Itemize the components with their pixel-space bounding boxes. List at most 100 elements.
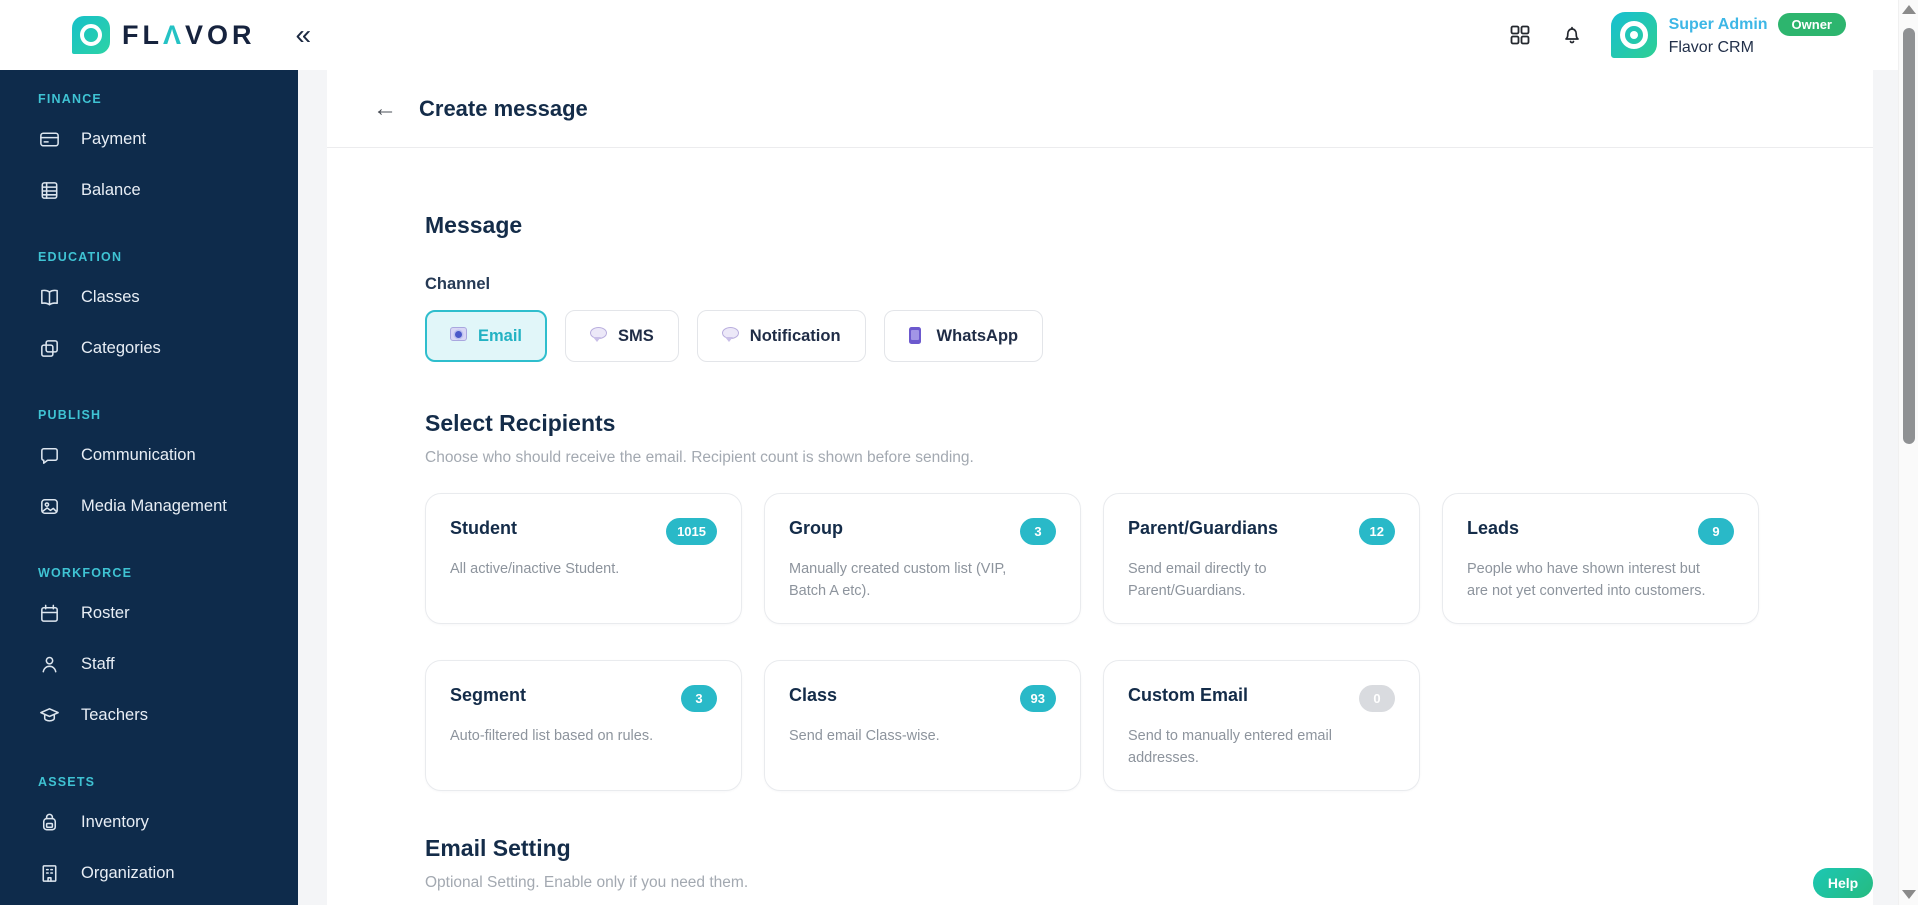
owner-status-badge: Owner xyxy=(1777,13,1846,36)
count-badge: 0 xyxy=(1359,684,1395,712)
sidebar-item-payment[interactable]: Payment xyxy=(0,114,298,165)
section-label-workforce: WORKFORCE xyxy=(38,566,133,580)
sidebar-section-finance: FINANCE Payment Balance xyxy=(0,70,298,216)
count-badge: 3 xyxy=(681,684,717,712)
scroll-up-arrow-icon[interactable] xyxy=(1902,5,1916,14)
card-description: Send to manually entered email addresses… xyxy=(1128,727,1332,767)
sidebar-item-classes[interactable]: Classes xyxy=(0,272,298,323)
brand-accent: Λ xyxy=(163,19,186,50)
card-title: Class xyxy=(789,684,838,705)
back-arrow-icon[interactable]: ← xyxy=(373,96,397,121)
card-description: People who have shown interest but are n… xyxy=(1467,561,1706,600)
collapse-sidebar-icon[interactable]: « xyxy=(296,21,312,49)
sidebar-item-label: Staff xyxy=(81,655,115,673)
card-title: Custom Email xyxy=(1128,684,1249,705)
card-title: Parent/Guardians xyxy=(1128,518,1279,538)
sidebar-item-inventory[interactable]: Inventory xyxy=(0,797,298,848)
sidebar-item-roster[interactable]: Roster xyxy=(0,588,298,639)
calendar-icon xyxy=(41,604,58,622)
help-button[interactable]: Help xyxy=(1813,868,1873,898)
sidebar-section-publish: PUBLISH Communication Media Management xyxy=(0,374,298,532)
sidebar-item-staff[interactable]: Staff xyxy=(0,639,298,690)
channel-label-text: Email xyxy=(478,326,523,345)
scrollbar-thumb[interactable] xyxy=(1903,28,1915,444)
graduation-cap-icon xyxy=(40,708,59,722)
recipient-card-class[interactable]: Class 93 Send email Class-wise. xyxy=(764,659,1081,791)
sidebar-item-balance[interactable]: Balance xyxy=(0,165,298,216)
recipient-card-student[interactable]: Student 1015 All active/inactive Student… xyxy=(425,493,742,624)
card-description: All active/inactive Student. xyxy=(450,561,620,577)
speech-bubble-icon xyxy=(590,327,608,345)
select-recipients-heading: Select Recipients xyxy=(425,410,616,436)
user-role: Super Admin xyxy=(1668,15,1768,33)
recipient-card-leads[interactable]: Leads 9 People who have shown interest b… xyxy=(1442,493,1759,624)
sidebar-item-label: Communication xyxy=(81,446,196,464)
sidebar-item-teachers[interactable]: Teachers xyxy=(0,690,298,741)
apps-grid-icon[interactable] xyxy=(1507,22,1533,48)
sidebar-item-label: Inventory xyxy=(81,813,149,831)
sidebar-nav: FINANCE Payment Balance EDUCATION Classe… xyxy=(0,70,298,905)
flavor-logo[interactable]: FL Λ VOR xyxy=(72,16,256,54)
sidebar-section-workforce: WORKFORCE Roster Staff Teachers xyxy=(0,532,298,741)
email-setting-heading: Email Setting xyxy=(425,834,571,861)
count-badge: 9 xyxy=(1698,518,1734,545)
speech-bubble-icon xyxy=(721,327,740,345)
recipient-card-parent-guardians[interactable]: Parent/Guardians 12 Send email directly … xyxy=(1103,493,1420,624)
channel-notification-button[interactable]: Notification xyxy=(696,310,866,362)
section-label-finance: FINANCE xyxy=(38,92,102,106)
flavor-logo-text: FL Λ VOR xyxy=(122,20,256,51)
channel-selector: Email SMS Notification WhatsApp xyxy=(425,310,1873,362)
sidebar-item-label: Teachers xyxy=(81,706,148,724)
user-org: Flavor CRM xyxy=(1668,39,1754,56)
sidebar-item-categories[interactable]: Categories xyxy=(0,323,298,374)
sidebar-item-organization[interactable]: Organization xyxy=(0,848,298,899)
recipient-card-group[interactable]: Group 3 Manually created custom list (VI… xyxy=(764,493,1081,624)
user-avatar xyxy=(1610,12,1657,58)
sidebar-item-label: Balance xyxy=(81,181,141,199)
card-title: Group xyxy=(789,518,843,538)
sidebar-item-label: Media Management xyxy=(81,497,227,515)
sidebar-section-education: EDUCATION Classes Categories xyxy=(0,216,298,374)
sidebar-item-media-management[interactable]: Media Management xyxy=(0,481,298,532)
user-profile-chip[interactable]: Super Admin Owner Flavor CRM xyxy=(1610,12,1846,58)
card-description: Manually created custom list (VIP, Batch… xyxy=(789,561,1007,600)
section-label-education: EDUCATION xyxy=(38,250,123,264)
sidebar-item-communication[interactable]: Communication xyxy=(0,430,298,481)
recipient-card-segment[interactable]: Segment 3 Auto-filtered list based on ru… xyxy=(425,659,742,791)
channel-sms-button[interactable]: SMS xyxy=(565,310,679,362)
recipient-card-custom-email[interactable]: Custom Email 0 Send to manually entered … xyxy=(1103,659,1420,791)
sidebar-item-label: Organization xyxy=(81,864,175,882)
sidebar-section-assets: ASSETS Inventory Organization xyxy=(0,741,298,899)
section-label-assets: ASSETS xyxy=(38,775,96,789)
message-heading: Message xyxy=(425,212,523,238)
channel-label-text: WhatsApp xyxy=(936,326,1019,345)
channel-whatsapp-button[interactable]: WhatsApp xyxy=(883,310,1044,362)
count-badge: 12 xyxy=(1358,518,1395,545)
card-title: Segment xyxy=(450,684,527,705)
sidebar-item-label: Classes xyxy=(81,288,140,306)
channel-label-text: SMS xyxy=(618,326,654,345)
user-meta: Super Admin Owner Flavor CRM xyxy=(1669,13,1846,57)
scroll-down-arrow-icon[interactable] xyxy=(1902,890,1916,899)
count-badge: 93 xyxy=(1019,684,1056,712)
open-book-icon xyxy=(41,289,58,306)
email-setting-subtitle: Optional Setting. Enable only if you nee… xyxy=(425,873,749,891)
card-description: Send email Class-wise. xyxy=(789,727,940,744)
recipient-cards-grid: Student 1015 All active/inactive Student… xyxy=(425,493,1873,791)
notifications-bell-icon[interactable] xyxy=(1559,22,1585,48)
card-title: Student xyxy=(450,518,517,538)
person-icon xyxy=(42,656,57,673)
page-title: Create message xyxy=(419,95,588,121)
media-image-icon xyxy=(41,499,58,514)
vertical-scrollbar[interactable] xyxy=(1898,0,1918,905)
sidebar-item-label: Roster xyxy=(81,604,130,622)
brand-pre: FL xyxy=(122,19,163,50)
channel-email-button[interactable]: Email xyxy=(425,310,548,362)
building-icon xyxy=(42,865,57,882)
card-description: Auto-filtered list based on rules. xyxy=(450,727,654,744)
page-header: ← Create message xyxy=(327,70,1873,148)
card-title: Leads xyxy=(1467,518,1520,538)
top-right-group: Super Admin Owner Flavor CRM xyxy=(1507,12,1846,58)
section-label-publish: PUBLISH xyxy=(38,408,102,422)
ledger-icon xyxy=(41,182,58,199)
